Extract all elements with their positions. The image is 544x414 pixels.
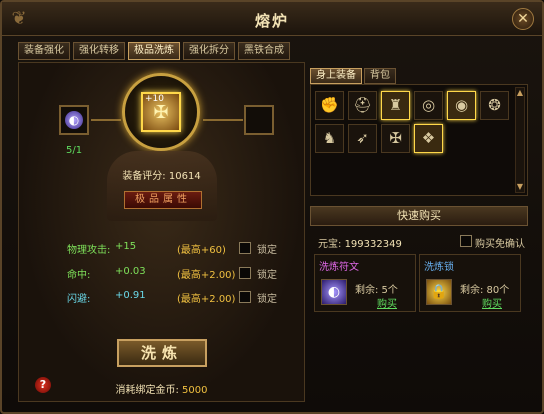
padlock-icon[interactable]: 🔒	[426, 279, 452, 305]
stat-row: 命中: +0.03 (最高+2.00) 锁定	[67, 266, 307, 281]
stat-max: (最高+2.00)	[177, 294, 236, 305]
lock-label: 锁定	[257, 294, 277, 305]
inventory-panel: ✊ ⛑ ♜ ◎ ◉ ❂ ♞ ➶ ✠ ❖ ▲ ▼	[310, 84, 528, 196]
tab-equipped[interactable]: 身上装备	[310, 68, 362, 84]
card-title: 洗炼符文	[319, 262, 359, 273]
close-icon[interactable]: ✕	[512, 8, 534, 30]
yuanbao-label: 元宝:	[318, 239, 342, 250]
no-confirm-checkbox[interactable]	[460, 235, 472, 247]
armor-icon[interactable]: ♜	[381, 91, 410, 120]
rune-orb-icon: ◐	[65, 111, 83, 129]
cost-label: 消耗绑定金币:	[115, 385, 179, 396]
glove-icon[interactable]: ✊	[315, 91, 344, 120]
card-remaining: 剩余: 5个	[355, 285, 398, 296]
bracer-icon[interactable]: ➶	[348, 124, 377, 153]
shop-card-refine-rune: 洗炼符文 ◐ 剩余: 5个 购买	[314, 254, 416, 312]
stat-value: +0.03	[115, 266, 146, 277]
tab-iron-synthesis[interactable]: 黑铁合成	[238, 42, 290, 60]
premium-attribute-button[interactable]: 极品属性	[124, 191, 202, 209]
ring-icon[interactable]: ◎	[414, 91, 443, 120]
no-confirm-label: 购买免确认	[475, 239, 525, 250]
tab-equip-enhance[interactable]: 装备强化	[18, 42, 70, 60]
equipment-slot[interactable]: +10 ✠	[141, 92, 181, 132]
buy-link[interactable]: 购买	[482, 295, 502, 310]
buy-link[interactable]: 购买	[377, 295, 397, 310]
stat-name: 命中:	[67, 270, 91, 281]
score-value: 10614	[168, 171, 201, 182]
tab-backpack[interactable]: 背包	[364, 68, 396, 84]
stat-value: +0.91	[115, 290, 146, 301]
lock-label: 锁定	[257, 270, 277, 281]
lock-checkbox[interactable]	[239, 242, 251, 254]
tab-premium-refine[interactable]: 极品洗炼	[128, 42, 180, 60]
yuanbao-value: 199332349	[344, 239, 402, 250]
refine-panel: ◐ 5/1 +10 ✠ 装备评分: 10614 极品属性 物理攻击: +15 (…	[18, 62, 305, 402]
lock-checkbox[interactable]	[239, 291, 251, 303]
yuanbao-row: 元宝: 199332349 购买免确认	[318, 235, 528, 250]
tab-enhance-transfer[interactable]: 强化转移	[73, 42, 125, 60]
boots-icon[interactable]: ♞	[315, 124, 344, 153]
lock-slot[interactable]	[244, 105, 274, 135]
quick-buy-header: 快速购买	[310, 206, 528, 226]
stat-value: +15	[115, 241, 137, 252]
scroll-up-icon[interactable]: ▲	[516, 88, 524, 98]
amulet-icon[interactable]: ❖	[414, 124, 443, 153]
scroll-down-icon[interactable]: ▼	[516, 182, 524, 192]
slot-connector	[91, 119, 121, 121]
ring-purple-icon[interactable]: ◉	[447, 91, 476, 120]
main-tabs: 装备强化 强化转移 极品洗炼 强化拆分 黑铁合成	[18, 42, 290, 60]
furnace-window: ❦ 熔炉 ✕ 装备强化 强化转移 极品洗炼 强化拆分 黑铁合成 ◐ 5/1 +1…	[0, 0, 544, 414]
card-remaining: 剩余: 80个	[460, 285, 510, 296]
inventory-tabs: 身上装备 背包	[310, 68, 396, 84]
armor-icon: ✠	[153, 102, 169, 123]
equipment-score: 装备评分: 10614	[19, 167, 304, 182]
stat-max: (最高+2.00)	[177, 270, 236, 281]
tab-enhance-split[interactable]: 强化拆分	[183, 42, 235, 60]
lock-label: 锁定	[257, 245, 277, 256]
weapon-icon[interactable]: ✠	[381, 124, 410, 153]
material-count: 5/1	[66, 145, 83, 156]
score-label: 装备评分:	[122, 171, 166, 182]
material-slot[interactable]: ◐	[59, 105, 89, 135]
cost-value: 5000	[182, 385, 208, 396]
equipment-slot-frame: +10 ✠	[122, 73, 200, 151]
lock-checkbox[interactable]	[239, 267, 251, 279]
stat-name: 物理攻击:	[67, 245, 111, 256]
stat-max: (最高+60)	[177, 245, 226, 256]
inventory-scrollbar[interactable]: ▲ ▼	[515, 87, 525, 193]
cost-row: 消耗绑定金币: 5000	[19, 381, 304, 396]
title-bar[interactable]: ❦ 熔炉 ✕	[2, 2, 542, 36]
necklace-icon[interactable]: ❂	[480, 91, 509, 120]
rune-orb-icon[interactable]: ◐	[321, 279, 347, 305]
stat-name: 闪避:	[67, 294, 91, 305]
card-title: 洗炼锁	[424, 262, 454, 273]
helmet-icon[interactable]: ⛑	[348, 91, 377, 120]
refine-button[interactable]: 洗炼	[117, 339, 207, 367]
window-title: 熔炉	[254, 12, 289, 30]
stat-row: 闪避: +0.91 (最高+2.00) 锁定	[67, 290, 307, 305]
furnace-decoration	[107, 151, 217, 221]
shop-card-refine-lock: 洗炼锁 🔒 剩余: 80个 购买	[419, 254, 521, 312]
inventory-grid: ✊ ⛑ ♜ ◎ ◉ ❂ ♞ ➶ ✠ ❖	[315, 91, 509, 153]
slot-connector	[203, 119, 243, 121]
stat-row: 物理攻击: +15 (最高+60) 锁定	[67, 241, 307, 256]
